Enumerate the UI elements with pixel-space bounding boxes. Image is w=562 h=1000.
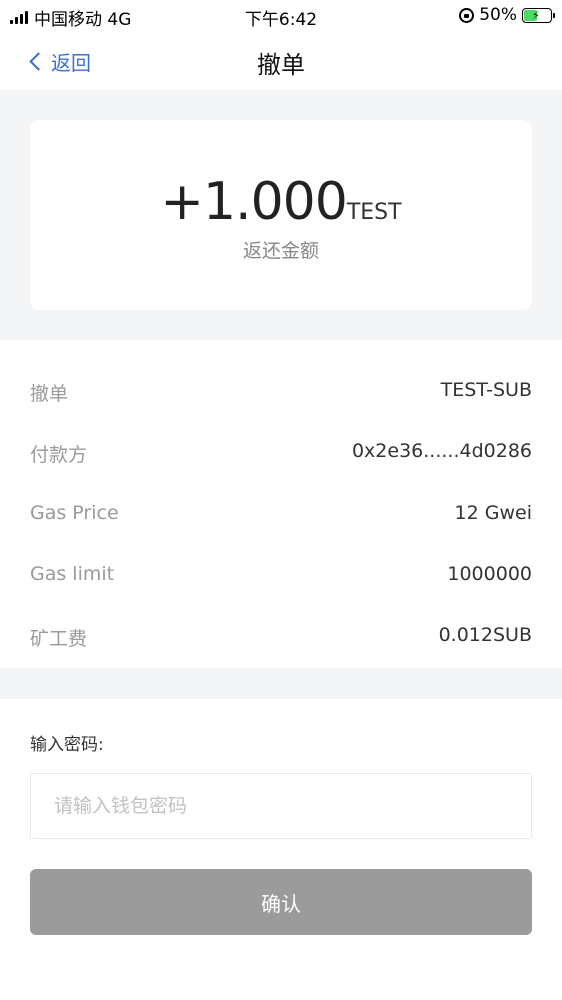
- detail-value: 1000000: [447, 563, 532, 585]
- detail-row-order: 撤单 TEST-SUB: [30, 379, 532, 409]
- amount-line: +1.000TEST: [30, 172, 532, 232]
- detail-label: Gas Price: [30, 502, 119, 524]
- orientation-lock-icon: [459, 7, 475, 23]
- detail-label: 撤单: [30, 383, 69, 405]
- charging-bolt-icon: ⚡: [532, 8, 540, 22]
- status-bar-right: 50% ⚡: [459, 5, 555, 25]
- page-title: 撤单: [257, 51, 305, 79]
- amount-card: +1.000TEST 返还金额: [30, 120, 532, 310]
- detail-row-payer: 付款方 0x2e36......4d0286: [30, 440, 532, 470]
- withdraw-order-page: 中国移动 4G 下午6:42 50% ⚡ 返回 撤单 +1.000TEST 返还…: [0, 0, 562, 1000]
- detail-value: TEST-SUB: [440, 379, 532, 401]
- detail-value: 0.012SUB: [438, 624, 532, 646]
- password-label: 输入密码:: [30, 735, 104, 755]
- wallet-password-input[interactable]: [30, 773, 532, 839]
- confirm-button[interactable]: 确认: [30, 869, 532, 935]
- refund-amount: +1.000: [160, 172, 347, 232]
- battery-percent: 50%: [479, 5, 517, 25]
- detail-label: 付款方: [30, 444, 88, 466]
- detail-value: 12 Gwei: [454, 502, 532, 524]
- battery-icon: ⚡: [522, 7, 555, 23]
- detail-label: 矿工费: [30, 628, 88, 650]
- detail-row-miner-fee: 矿工费 0.012SUB: [30, 624, 532, 654]
- refund-unit: TEST: [346, 200, 402, 225]
- transaction-details: 撤单 TEST-SUB 付款方 0x2e36......4d0286 Gas P…: [0, 340, 562, 668]
- amount-section: +1.000TEST 返还金额: [0, 90, 562, 340]
- detail-label: Gas limit: [30, 563, 115, 585]
- status-bar: 中国移动 4G 下午6:42 50% ⚡: [0, 0, 562, 30]
- detail-row-gas-price: Gas Price 12 Gwei: [30, 502, 532, 532]
- detail-row-gas-limit: Gas limit 1000000: [30, 563, 532, 593]
- refund-amount-label: 返还金额: [242, 240, 319, 262]
- section-divider: [0, 668, 562, 699]
- nav-bar: 返回 撤单: [0, 30, 562, 90]
- detail-value: 0x2e36......4d0286: [351, 440, 532, 462]
